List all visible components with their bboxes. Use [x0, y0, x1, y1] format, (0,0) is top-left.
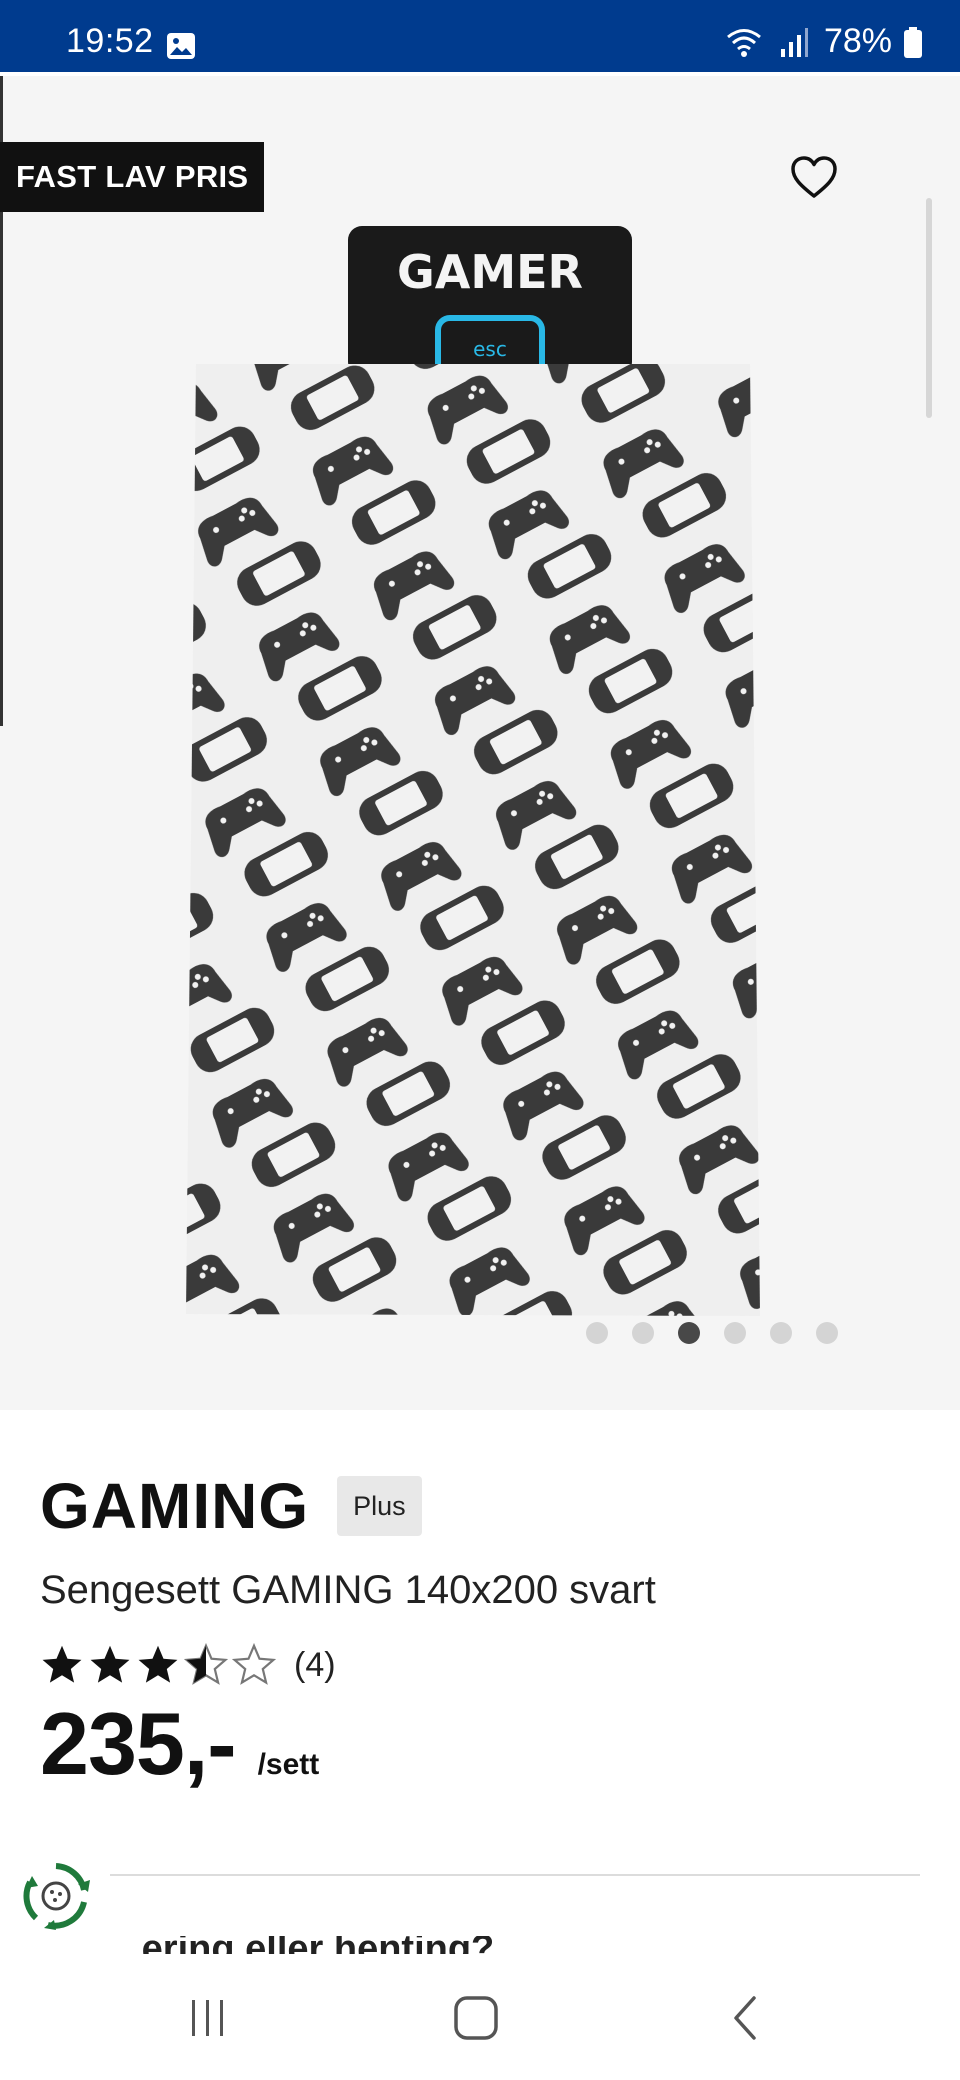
carousel-dot[interactable] — [586, 1322, 608, 1344]
eco-recycle-icon[interactable] — [18, 1858, 94, 1934]
carousel-dot[interactable] — [632, 1322, 654, 1344]
home-icon — [454, 1996, 498, 2040]
carousel-dot[interactable] — [724, 1322, 746, 1344]
wifi-icon — [726, 28, 761, 57]
carousel-dot[interactable] — [816, 1322, 838, 1344]
star-empty-icon — [232, 1643, 276, 1685]
star-full-icon — [42, 1645, 82, 1683]
status-bar: 19:52 78% — [0, 0, 960, 72]
price: 235,- — [40, 1694, 237, 1793]
pillow-key-text: esc — [473, 337, 507, 361]
heart-icon — [791, 156, 837, 198]
status-time: 19:52 — [66, 22, 154, 60]
pillow-text: GAMER — [397, 245, 583, 299]
price-unit: /sett — [257, 1748, 320, 1781]
star-full-icon — [90, 1645, 130, 1683]
section-divider — [110, 1874, 920, 1876]
delivery-question-text: ...ering eller henting? — [110, 1936, 494, 1956]
plus-badge: Plus — [337, 1476, 422, 1536]
scrollbar-thumb[interactable] — [926, 198, 932, 418]
favorite-button[interactable] — [786, 150, 842, 206]
star-full-icon — [138, 1645, 178, 1683]
back-button[interactable] — [716, 1990, 776, 2046]
home-button[interactable] — [446, 1990, 506, 2046]
recent-apps-icon — [192, 2000, 223, 2036]
rating-count: (4) — [294, 1645, 336, 1684]
product-image: GAMER esc — [186, 226, 760, 1316]
navigation-bar — [0, 1954, 960, 2080]
product-description: Sengesett GAMING 140x200 svart — [40, 1568, 656, 1612]
carousel-dot-active[interactable] — [678, 1322, 700, 1344]
rating-stars — [40, 1643, 276, 1687]
product-info: GAMING Plus Sengesett GAMING 140x200 sva… — [40, 1470, 920, 1795]
status-right: 78% — [724, 22, 924, 61]
price-row: 235,- /sett — [40, 1693, 920, 1795]
title-row: GAMING Plus — [40, 1470, 920, 1542]
battery-icon — [904, 26, 922, 58]
rating-row[interactable]: (4) — [40, 1643, 920, 1687]
star-half-icon — [184, 1643, 228, 1685]
photo-icon — [167, 33, 195, 59]
recent-apps-button[interactable] — [178, 1990, 238, 2046]
carousel-dots — [586, 1322, 838, 1344]
product-name: GAMING — [40, 1470, 310, 1542]
back-icon — [734, 1996, 756, 2040]
price-badge: FAST LAV PRIS — [0, 142, 265, 212]
battery-percentage: 78% — [823, 22, 892, 60]
product-image-gallery[interactable]: FAST LAV PRIS GAMER esc — [0, 76, 960, 1410]
signal-icon — [780, 27, 808, 57]
carousel-dot[interactable] — [770, 1322, 792, 1344]
